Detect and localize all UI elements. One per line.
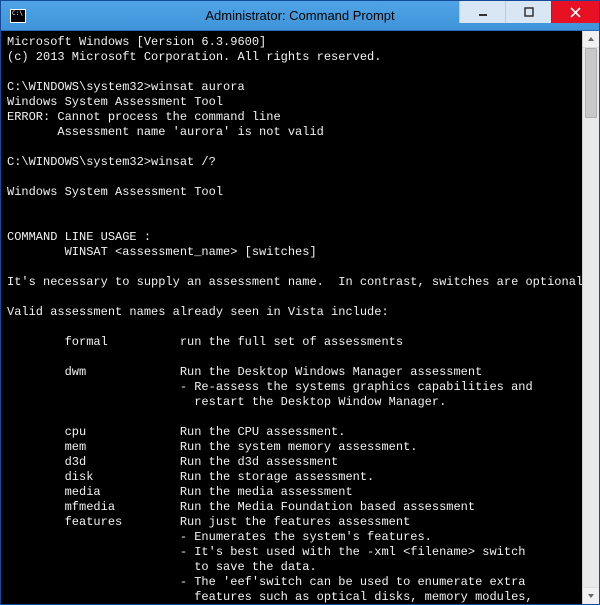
vertical-scrollbar[interactable]: [582, 31, 599, 604]
close-button[interactable]: [551, 1, 599, 23]
scroll-down-button[interactable]: [583, 587, 599, 604]
close-icon: [570, 7, 581, 18]
minimize-icon: [478, 7, 488, 17]
scrollbar-track[interactable]: [583, 48, 599, 587]
console-output[interactable]: Microsoft Windows [Version 6.3.9600] (c)…: [1, 31, 582, 604]
maximize-button[interactable]: [505, 1, 551, 23]
chevron-up-icon: [587, 35, 595, 43]
minimize-button[interactable]: [459, 1, 505, 23]
chevron-down-icon: [587, 592, 595, 600]
scrollbar-thumb[interactable]: [585, 48, 597, 118]
cmd-icon: [10, 9, 26, 23]
app-icon: [7, 5, 29, 27]
titlebar[interactable]: Administrator: Command Prompt: [1, 1, 599, 31]
command-prompt-window: Administrator: Command Prompt Microsoft: [0, 0, 600, 605]
scroll-up-button[interactable]: [583, 31, 599, 48]
window-controls: [459, 1, 599, 30]
console-area: Microsoft Windows [Version 6.3.9600] (c)…: [1, 31, 599, 604]
maximize-icon: [524, 7, 534, 17]
